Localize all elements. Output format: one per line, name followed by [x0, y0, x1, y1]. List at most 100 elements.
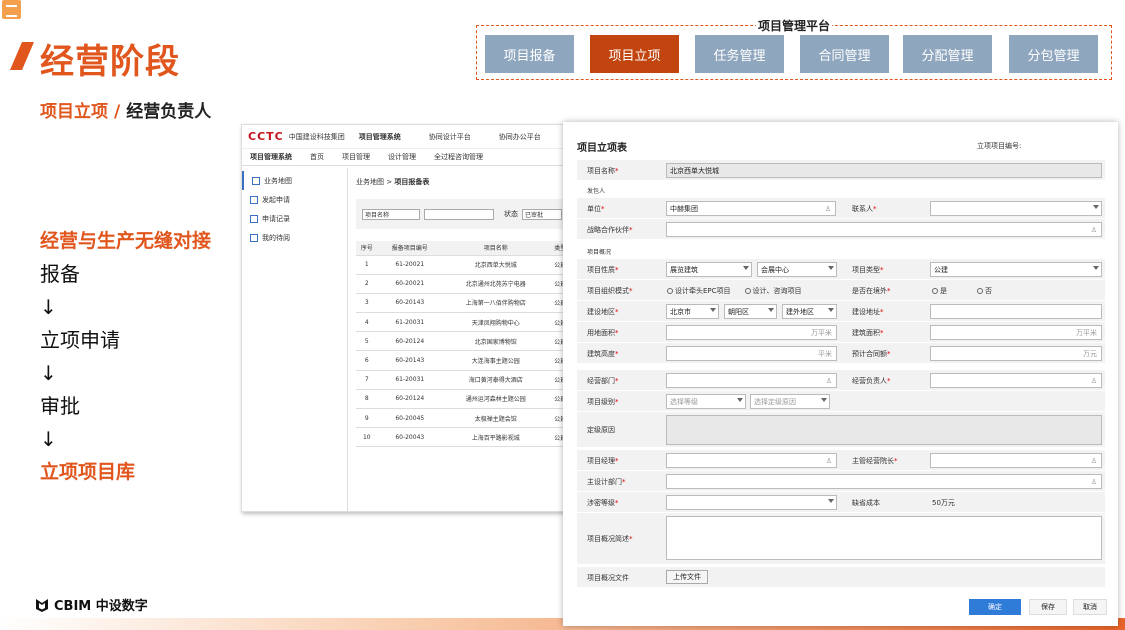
flow-heading: 经营与生产无缝对接 — [40, 230, 212, 252]
secret-select[interactable] — [666, 495, 837, 510]
top-item-office[interactable]: 协同办公平台 — [499, 132, 541, 142]
region-select-1[interactable]: 北京市 — [666, 304, 719, 319]
tab-project-mgmt[interactable]: 项目管理 — [342, 152, 370, 162]
top-item-pm[interactable]: 项目管理系统 — [359, 132, 401, 142]
person-icon: ♙ — [1090, 456, 1097, 465]
nav-button-initiation[interactable]: 项目立项 — [590, 35, 679, 73]
table-row[interactable]: 1 61-20021 北京西单大悦城 公建 — [356, 255, 566, 275]
region-select-2[interactable]: 朝阳区 — [724, 304, 777, 319]
cancel-button[interactable]: 取消 — [1073, 599, 1107, 615]
table-row[interactable]: 2 60-20021 北京通州北苑苏宁电器 公建 — [356, 274, 566, 294]
table-cell: 10 — [356, 427, 378, 448]
table-cell: 北京国家博物馆 — [442, 331, 550, 352]
height-field[interactable]: 平米 — [666, 346, 837, 361]
table-cell: 4 — [356, 312, 378, 333]
table-cell: 60-20045 — [377, 408, 442, 429]
nav-button-report[interactable]: 项目报备 — [485, 35, 574, 73]
desc-textarea[interactable] — [666, 516, 1102, 560]
cctc-logo: CCTC — [248, 130, 284, 143]
sidebar-item-apply[interactable]: 发起申请 — [242, 190, 347, 209]
dean-field[interactable]: ♙ — [930, 453, 1102, 468]
nature-select-1[interactable]: 展览建筑 — [666, 262, 752, 277]
partner-field[interactable]: ♙ — [666, 222, 1102, 237]
section-client: 发包人 — [577, 186, 1105, 196]
radio-consult[interactable]: 设计、咨询项目 — [744, 286, 802, 296]
top-item-design[interactable]: 协同设计平台 — [429, 132, 471, 142]
nav-button-contract[interactable]: 合同管理 — [800, 35, 889, 73]
dean-label: 主管经营院长 * — [852, 456, 898, 465]
project-name-field[interactable]: 北京西单大悦城 — [666, 163, 1102, 178]
nav-button-subcontract[interactable]: 分包管理 — [1009, 35, 1098, 73]
table-cell: 60-20124 — [377, 389, 442, 410]
confirm-button[interactable]: 确定 — [969, 599, 1021, 615]
land-area-field[interactable]: 万平米 — [666, 325, 837, 340]
file-label: 项目概况文件 — [587, 573, 629, 582]
field-select[interactable]: 项目名称 — [362, 208, 420, 220]
table-cell: 61-20031 — [377, 312, 442, 333]
person-icon: ♙ — [1090, 225, 1097, 234]
type-label: 项目类型 * — [852, 265, 884, 274]
radio-epc[interactable]: 设计牵头EPC项目 — [667, 286, 731, 296]
table-cell: 太极禅主题会馆 — [442, 408, 550, 429]
section-overview: 项目概况 — [577, 247, 1105, 257]
contact-label: 联系人 * — [852, 204, 877, 213]
table-cell: 60-20143 — [377, 293, 442, 314]
level-select[interactable]: 选择等级 — [666, 394, 746, 409]
cbim-logo-icon — [36, 598, 48, 612]
reason-textarea[interactable] — [666, 415, 1102, 445]
filter-bar: 项目名称 状态 已审批 — [356, 199, 566, 229]
manager-field[interactable]: ♙ — [930, 373, 1102, 388]
table-cell: 6 — [356, 350, 378, 371]
contract-label: 预计合同额 * — [852, 349, 891, 358]
table-cell: 北京西单大悦城 — [442, 255, 550, 275]
table-row[interactable]: 3 60-20143 上海第一八佰伴购物店 公建 — [356, 293, 566, 314]
tab-home[interactable]: 首页 — [310, 152, 324, 162]
tab-design-mgmt[interactable]: 设计管理 — [388, 152, 416, 162]
back-window-tabs: 项目管理系统 首页 项目管理 设计管理 全过程咨询管理 — [242, 149, 566, 166]
table-header-cell: 序号 — [356, 241, 378, 256]
sidebar-item-records[interactable]: 申请记录 — [242, 209, 347, 228]
level-label: 项目级别 * — [587, 397, 619, 406]
contact-select[interactable] — [930, 201, 1102, 216]
report-list-window: CCTC 中国建设科技集团 项目管理系统 协同设计平台 协同办公平台 项目管理系… — [241, 124, 567, 512]
table-cell: 3 — [356, 293, 378, 314]
chevron-down-icon — [1093, 205, 1099, 209]
contract-amount-field[interactable]: 万元 — [930, 346, 1102, 361]
back-window-main: 业务地图 > 项目报备表 项目名称 状态 已审批 序号 报备项目编号 项目名称 类型 … — [356, 177, 566, 448]
nature-label: 项目性质 * — [587, 265, 619, 274]
dept-field[interactable]: ♙ — [666, 373, 837, 388]
tab-consulting[interactable]: 全过程咨询管理 — [434, 152, 483, 162]
flow-final: 立项项目库 — [40, 461, 136, 483]
search-input[interactable] — [424, 208, 494, 220]
table-row[interactable]: 4 61-20031 天津凤翔购物中心 公建 — [356, 312, 566, 333]
reason-select[interactable]: 选择定级原因 — [750, 394, 830, 409]
status-select[interactable]: 已审批 — [522, 208, 562, 220]
design-dept-field[interactable]: ♙ — [666, 474, 1102, 489]
table-row[interactable]: 8 60-20124 通州运河森林主题公园 公建 — [356, 389, 566, 410]
sidebar-item-toread[interactable]: 我的待阅 — [242, 228, 347, 247]
type-select[interactable]: 公建 — [930, 262, 1102, 277]
pm-field[interactable]: ♙ — [666, 453, 837, 468]
table-cell: 通州运河森林主题公园 — [442, 389, 550, 410]
unit-field[interactable]: 中赫集团 ♙ — [666, 201, 836, 216]
radio-yes[interactable]: 是 — [932, 286, 947, 296]
table-cell: 天津凤翔购物中心 — [442, 312, 550, 333]
nav-button-task[interactable]: 任务管理 — [695, 35, 784, 73]
table-row[interactable]: 5 60-20124 北京国家博物馆 公建 — [356, 331, 566, 352]
table-row[interactable]: 7 61-20031 海口黄河泰得大酒店 公建 — [356, 370, 566, 390]
table-row[interactable]: 10 60-20043 上海百平路影视城 公建 — [356, 427, 566, 448]
sidebar-item-map[interactable]: 业务地图 — [242, 171, 347, 190]
nature-select-2[interactable]: 会展中心 — [757, 262, 837, 277]
table-row[interactable]: 9 60-20045 太极禅主题会馆 公建 — [356, 408, 566, 429]
radio-no[interactable]: 否 — [977, 286, 992, 296]
building-area-field[interactable]: 万平米 — [930, 325, 1102, 340]
table-row[interactable]: 6 60-20143 大连海事主题公园 公建 — [356, 350, 566, 371]
save-button[interactable]: 保存 — [1029, 599, 1067, 615]
nav-button-allocation[interactable]: 分配管理 — [903, 35, 992, 73]
address-field[interactable] — [930, 304, 1102, 319]
upload-button[interactable]: 上传文件 — [666, 570, 708, 584]
status-label: 状态 — [504, 210, 518, 218]
tab-pm-system[interactable]: 项目管理系统 — [250, 152, 292, 162]
region-select-3[interactable]: 建外地区 — [782, 304, 837, 319]
company-name: 中国建设科技集团 — [288, 132, 345, 141]
